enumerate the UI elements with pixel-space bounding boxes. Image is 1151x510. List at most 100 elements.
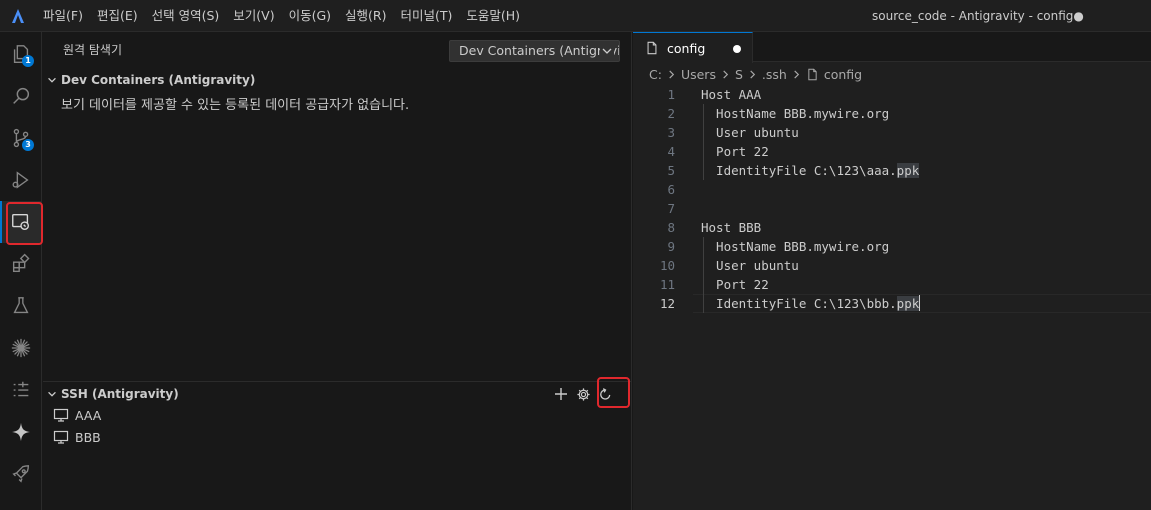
dev-containers-title: Dev Containers (Antigravity) [61, 73, 256, 87]
line-number: 2 [667, 106, 675, 121]
breadcrumb-item[interactable]: Users [681, 67, 716, 82]
code-editor[interactable]: 1 Host AAA 2 HostName BBB.mywire.org 3 User… [633, 85, 1151, 313]
code-content: IdentityFile C:\123\aaa. [701, 163, 897, 178]
activity-run-debug[interactable] [0, 159, 42, 201]
ssh-host-item[interactable]: BBB [53, 426, 101, 448]
code-content: IdentityFile C:\123\bbb. [701, 296, 897, 311]
code-line[interactable]: 8 Host BBB [633, 218, 1151, 237]
tab-label: config [667, 40, 706, 56]
code-line[interactable]: 9 HostName BBB.mywire.org [633, 237, 1151, 256]
dev-containers-section-header[interactable]: Dev Containers (Antigravity) [43, 69, 631, 91]
code-line[interactable]: 1 Host AAA [633, 85, 1151, 104]
activity-explorer[interactable]: 1 [0, 33, 42, 75]
menu-edit[interactable]: 편집(E) [90, 0, 145, 32]
add-host-button[interactable] [550, 383, 572, 405]
tab-config[interactable]: config [633, 32, 753, 63]
text-cursor [919, 295, 921, 311]
code-text: Host BBB [701, 218, 761, 237]
unsaved-dot-icon[interactable] [733, 45, 741, 53]
sparkle-burst-icon [11, 338, 31, 358]
antigravity-logo-icon [12, 9, 24, 23]
code-text: Host AAA [701, 85, 761, 104]
breadcrumb: C: Users S .ssh config [649, 64, 862, 84]
menu-selection[interactable]: 선택 영역(S) [145, 0, 227, 32]
ssh-section-title: SSH (Antigravity) [61, 387, 179, 401]
file-icon [808, 68, 817, 80]
activity-extensions[interactable] [0, 243, 42, 285]
line-number: 5 [667, 163, 675, 178]
ssh-host-item[interactable]: AAA [53, 404, 101, 426]
menu-help[interactable]: 도움말(H) [459, 0, 527, 32]
chevron-right-icon [721, 69, 730, 79]
code-content: Host BBB [701, 220, 762, 235]
monitor-icon [53, 430, 69, 444]
breadcrumb-item[interactable]: config [824, 67, 862, 82]
code-content: HostName BBB.mywire.org [701, 106, 890, 121]
remote-explorer-highlight [6, 202, 43, 245]
file-icon [647, 41, 657, 55]
agent-star-icon [11, 422, 31, 442]
code-line[interactable]: 10 User ubuntu [633, 256, 1151, 275]
code-content: HostName BBB.mywire.org [701, 239, 890, 254]
editor-tabs: config [633, 32, 1151, 63]
rocket-icon [12, 465, 30, 483]
explorer-badge: 1 [22, 55, 34, 67]
code-content: Host AAA [701, 87, 762, 102]
remote-explorer-sidebar: 원격 탐색기 Dev Containers (Antigravity) Dev … [43, 32, 632, 510]
line-number: 4 [667, 144, 675, 159]
menu-file[interactable]: 파일(F) [36, 0, 90, 32]
code-text: IdentityFile C:\123\bbb.ppk [701, 294, 921, 313]
editor-area: config C: Users S .ssh config 1 Host AAA 2… [633, 32, 1151, 510]
code-line[interactable]: 12 IdentityFile C:\123\bbb.ppk [633, 294, 1151, 313]
window-title: source_code - Antigravity - config● [872, 9, 1084, 23]
activity-task-list[interactable] [0, 369, 42, 411]
code-line[interactable]: 7 [633, 199, 1151, 218]
activity-source-control[interactable]: 3 [0, 117, 42, 159]
extensions-icon [12, 253, 30, 273]
remote-type-value: Dev Containers (Antigravity) [459, 43, 620, 58]
monitor-icon [53, 408, 69, 422]
menu-run[interactable]: 실행(R) [338, 0, 393, 32]
activity-agent[interactable] [0, 411, 42, 453]
line-number: 6 [667, 182, 675, 197]
menu-go[interactable]: 이동(G) [282, 0, 338, 32]
activity-bar: 1 3 [0, 32, 43, 510]
refresh-highlight [597, 377, 630, 408]
breadcrumb-item[interactable]: C: [649, 67, 662, 82]
code-line[interactable]: 4 Port 22 [633, 142, 1151, 161]
code-line[interactable]: 5 IdentityFile C:\123\aaa.ppk [633, 161, 1151, 180]
menu-terminal[interactable]: 터미널(T) [394, 0, 460, 32]
title-bar: 파일(F) 편집(E) 선택 영역(S) 보기(V) 이동(G) 실행(R) 터… [0, 0, 1151, 32]
activity-sparkle[interactable] [0, 327, 42, 369]
line-number: 8 [667, 220, 675, 235]
line-number: 10 [659, 258, 675, 273]
chevron-down-icon [43, 69, 61, 91]
line-number: 3 [667, 125, 675, 140]
code-content: Port 22 [701, 277, 769, 292]
activity-rocket[interactable] [0, 453, 42, 495]
code-line[interactable]: 3 User ubuntu [633, 123, 1151, 142]
breadcrumb-item[interactable]: S [735, 67, 743, 82]
menu-view[interactable]: 보기(V) [226, 0, 281, 32]
activity-search[interactable] [0, 75, 42, 117]
code-line[interactable]: 6 [633, 180, 1151, 199]
code-text: User ubuntu [701, 123, 799, 142]
code-content: User ubuntu [701, 125, 799, 140]
sidebar-title: 원격 탐색기 [63, 43, 123, 57]
chevron-down-icon [43, 383, 61, 405]
task-list-icon [13, 381, 29, 397]
code-line[interactable]: 2 HostName BBB.mywire.org [633, 104, 1151, 123]
ssh-host-label: BBB [75, 429, 101, 445]
breadcrumb-item[interactable]: .ssh [762, 67, 787, 82]
run-debug-icon [12, 171, 29, 189]
plus-icon [555, 388, 567, 400]
no-data-provider-message: 보기 데이터를 제공할 수 있는 등록된 데이터 공급자가 없습니다. [61, 98, 410, 113]
activity-testing[interactable] [0, 285, 42, 327]
configure-button[interactable] [572, 383, 594, 405]
line-number: 11 [659, 277, 675, 292]
code-line[interactable]: 11 Port 22 [633, 275, 1151, 294]
scm-badge: 3 [22, 139, 34, 151]
remote-type-select[interactable]: Dev Containers (Antigravity) [449, 40, 620, 62]
ssh-section-header[interactable]: SSH (Antigravity) [43, 383, 631, 405]
line-number: 9 [667, 239, 675, 254]
